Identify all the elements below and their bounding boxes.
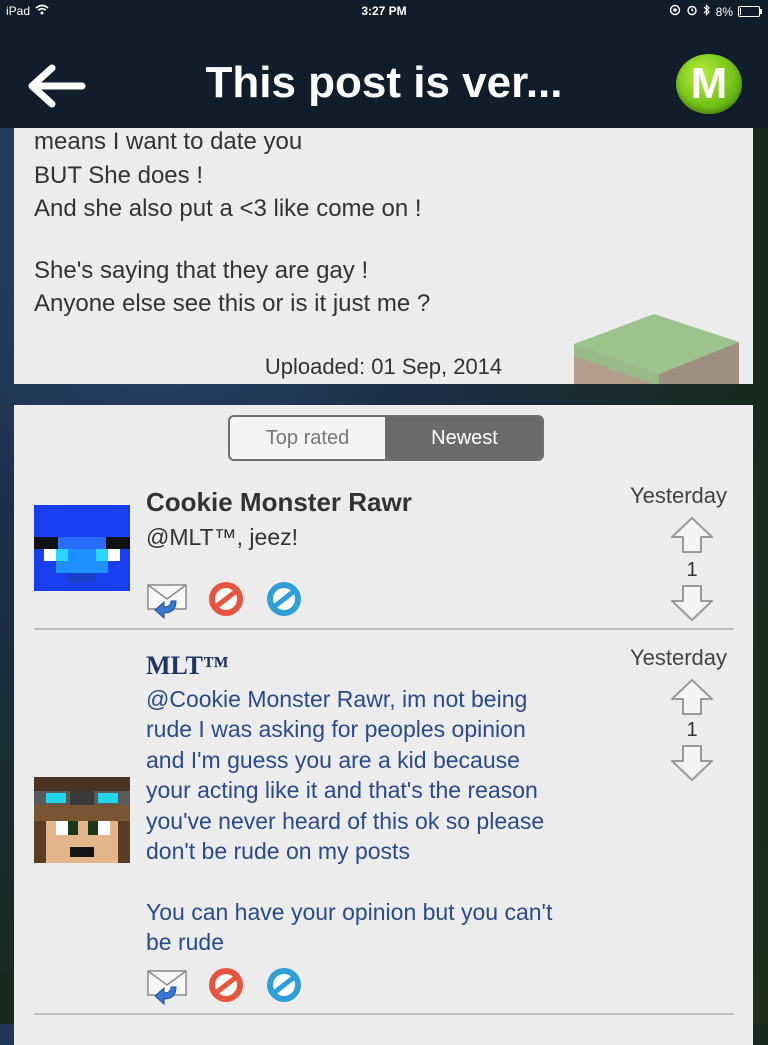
post-text-line: BUT She does ! (34, 162, 203, 189)
report-icon[interactable] (204, 579, 248, 619)
comment-author[interactable]: Cookie Monster Rawr (146, 487, 412, 518)
comment-time: Yesterday (629, 645, 727, 670)
upload-date: Uploaded: 01 Sep, 2014 (264, 354, 503, 379)
nav-bar: This post is ver... M (0, 22, 768, 128)
post-text-line: Anyone else see this or is it just me ? (34, 290, 431, 317)
comment-item: MLT™ @Cookie Monster Rawr, im not being … (14, 641, 753, 1021)
avatar (34, 777, 130, 863)
vote-count: 1 (686, 719, 698, 741)
reply-icon[interactable] (146, 965, 190, 1005)
comment-text-line: @MLT™, jeez! (146, 524, 299, 550)
sort-segmented-control: Top rated Newest (228, 415, 544, 461)
comment-divider (34, 628, 734, 630)
upvote-arrow-icon[interactable] (668, 677, 716, 717)
downvote-arrow-icon[interactable] (668, 743, 716, 783)
post-text-line: She's saying that they are gay ! (34, 257, 369, 284)
comment-divider (34, 1013, 734, 1015)
battery-percent: 8% (715, 4, 733, 19)
comment-text-line: and I'm guess you are a kid because (146, 747, 520, 773)
comment-text-line: rude I was asking for peoples opinion (146, 716, 526, 742)
status-time: 3:27 PM (361, 4, 407, 18)
comment-text-line: @Cookie Monster Rawr, im not being (146, 686, 528, 712)
comment-actions (146, 579, 306, 619)
status-bar: iPad 3:27 PM 8% (0, 0, 768, 22)
comment-text-line: don't be rude on my posts (146, 838, 410, 864)
comment-author[interactable]: MLT™ (146, 651, 229, 681)
comment-text-line: your acting like it and that's the reaso… (146, 777, 538, 803)
block-icon[interactable] (262, 579, 306, 619)
comment-text-line: You can have your opinion but you can't (146, 899, 553, 925)
battery-icon (738, 6, 762, 17)
avatar (34, 505, 130, 591)
bluetooth-icon (703, 4, 711, 19)
status-right: 8% (669, 4, 762, 19)
tab-top-rated[interactable]: Top rated (230, 417, 387, 459)
app-logo-button[interactable]: M (676, 54, 742, 114)
page-title: This post is ver... (205, 58, 563, 107)
comment-actions (146, 965, 306, 1005)
comments-panel: Top rated Newest Cookie Monster Rawr @ML… (14, 405, 753, 1045)
downvote-arrow-icon[interactable] (668, 583, 716, 623)
tab-newest[interactable]: Newest (387, 417, 542, 459)
block-icon[interactable] (262, 965, 306, 1005)
lock-rotation-icon (669, 4, 681, 19)
reply-icon[interactable] (146, 579, 190, 619)
alarm-icon (686, 4, 698, 19)
post-body-panel: means I want to date you BUT She does ! … (14, 128, 753, 384)
report-icon[interactable] (204, 965, 248, 1005)
comment-time: Yesterday (629, 483, 727, 508)
post-text-line: means I want to date you (34, 128, 303, 155)
vote-count: 1 (686, 559, 698, 581)
post-text-line: And she also put a <3 like come on ! (34, 195, 422, 222)
battery-fill (740, 8, 741, 15)
comment-item: Cookie Monster Rawr @MLT™, jeez! Yesterd… (14, 477, 753, 637)
comment-text-line: be rude (146, 929, 225, 955)
upvote-arrow-icon[interactable] (668, 515, 716, 555)
comment-text-line: you've never heard of this ok so please (146, 808, 545, 834)
